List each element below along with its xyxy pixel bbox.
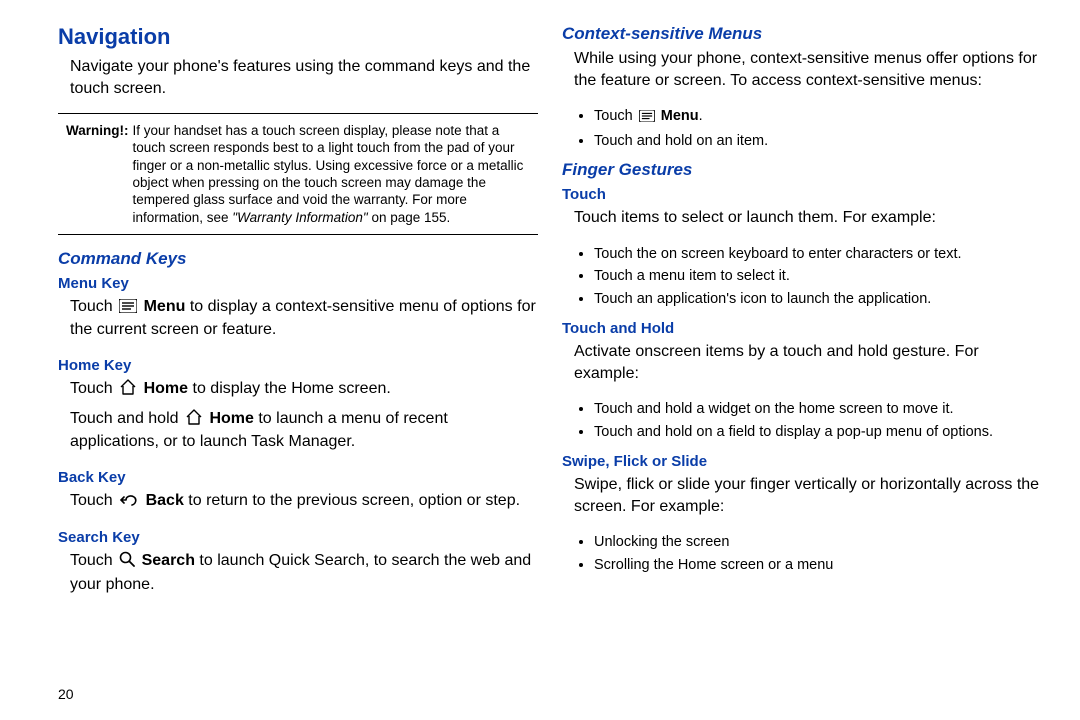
context-intro: While using your phone, context-sensitiv…	[574, 48, 1042, 91]
touch-bullets: Touch the on screen keyboard to enter ch…	[562, 243, 1042, 310]
navigation-intro: Navigate your phone's features using the…	[70, 56, 538, 99]
home-key-body: Touch Home to display the Home screen. T…	[70, 378, 538, 459]
text: to launch Quick Search, to search the we…	[70, 552, 531, 593]
search-bold: Search	[142, 552, 195, 569]
back-key-body: Touch Back to return to the previous scr…	[70, 490, 538, 520]
touch-body: Touch items to select or launch them. Fo…	[574, 207, 1042, 235]
warning-text: If your handset has a touch screen displ…	[132, 122, 530, 226]
list-item: Touch and hold on an item.	[594, 130, 1042, 152]
menu-icon	[639, 107, 655, 129]
menu-bold: Menu	[144, 298, 186, 315]
list-item: Touch Menu.	[594, 105, 1042, 129]
list-item: Touch the on screen keyboard to enter ch…	[594, 243, 1042, 265]
list-item: Unlocking the screen	[594, 531, 1042, 553]
warning-box: Warning!: If your handset has a touch sc…	[58, 113, 538, 235]
heading-search-key: Search Key	[58, 529, 538, 546]
search-key-body: Touch Search to launch Quick Search, to …	[70, 550, 538, 601]
heading-menu-key: Menu Key	[58, 275, 538, 292]
heading-home-key: Home Key	[58, 357, 538, 374]
context-bullets: Touch Menu. Touch and hold on an item.	[562, 105, 1042, 152]
back-bold: Back	[146, 492, 184, 509]
touch-hold-bullets: Touch and hold a widget on the home scre…	[562, 398, 1042, 443]
home-icon	[185, 409, 203, 432]
text: Touch	[70, 380, 117, 397]
heading-touch-hold: Touch and Hold	[562, 320, 1042, 337]
text: Touch	[70, 552, 117, 569]
swipe-intro: Swipe, flick or slide your finger vertic…	[574, 474, 1042, 517]
heading-command-keys: Command Keys	[58, 249, 538, 269]
left-column: Navigation Navigate your phone's feature…	[58, 24, 538, 708]
touch-intro: Touch items to select or launch them. Fo…	[574, 207, 1042, 229]
swipe-bullets: Unlocking the screen Scrolling the Home …	[562, 531, 1042, 576]
search-icon	[119, 551, 135, 574]
list-item: Touch and hold on a field to display a p…	[594, 421, 1042, 443]
text: to display a context-sensitive menu of o…	[70, 298, 536, 339]
list-item: Touch and hold a widget on the home scre…	[594, 398, 1042, 420]
text: Touch	[594, 108, 637, 124]
home-bold: Home	[144, 380, 188, 397]
right-column: Context-sensitive Menus While using your…	[562, 24, 1042, 708]
manual-page: Navigation Navigate your phone's feature…	[0, 0, 1080, 720]
list-item: Touch an application's icon to launch th…	[594, 288, 1042, 310]
text: to return to the previous screen, option…	[188, 492, 520, 509]
text: Touch	[70, 492, 117, 509]
menu-key-body: Touch Menu to display a context-sensitiv…	[70, 296, 538, 347]
text: Touch and hold	[70, 410, 183, 427]
heading-finger-gestures: Finger Gestures	[562, 160, 1042, 180]
warning-body-2: on page 155.	[368, 210, 451, 225]
text: .	[699, 108, 703, 124]
menu-bold: Menu	[661, 108, 699, 124]
page-number: 20	[58, 686, 74, 702]
heading-context-menus: Context-sensitive Menus	[562, 24, 1042, 44]
home-bold: Home	[209, 410, 253, 427]
text: to display the Home screen.	[193, 380, 391, 397]
list-item: Scrolling the Home screen or a menu	[594, 554, 1042, 576]
touch-hold-body: Activate onscreen items by a touch and h…	[574, 341, 1042, 390]
heading-navigation: Navigation	[58, 24, 538, 50]
swipe-body: Swipe, flick or slide your finger vertic…	[574, 474, 1042, 523]
menu-icon	[119, 298, 137, 320]
home-icon	[119, 379, 137, 402]
warning-reference: "Warranty Information"	[232, 210, 367, 225]
list-item: Touch a menu item to select it.	[594, 265, 1042, 287]
text: Touch	[70, 298, 117, 315]
heading-back-key: Back Key	[58, 469, 538, 486]
back-icon	[119, 492, 139, 514]
heading-touch: Touch	[562, 186, 1042, 203]
warning-label: Warning!:	[66, 122, 132, 226]
touch-hold-intro: Activate onscreen items by a touch and h…	[574, 341, 1042, 384]
heading-swipe: Swipe, Flick or Slide	[562, 453, 1042, 470]
